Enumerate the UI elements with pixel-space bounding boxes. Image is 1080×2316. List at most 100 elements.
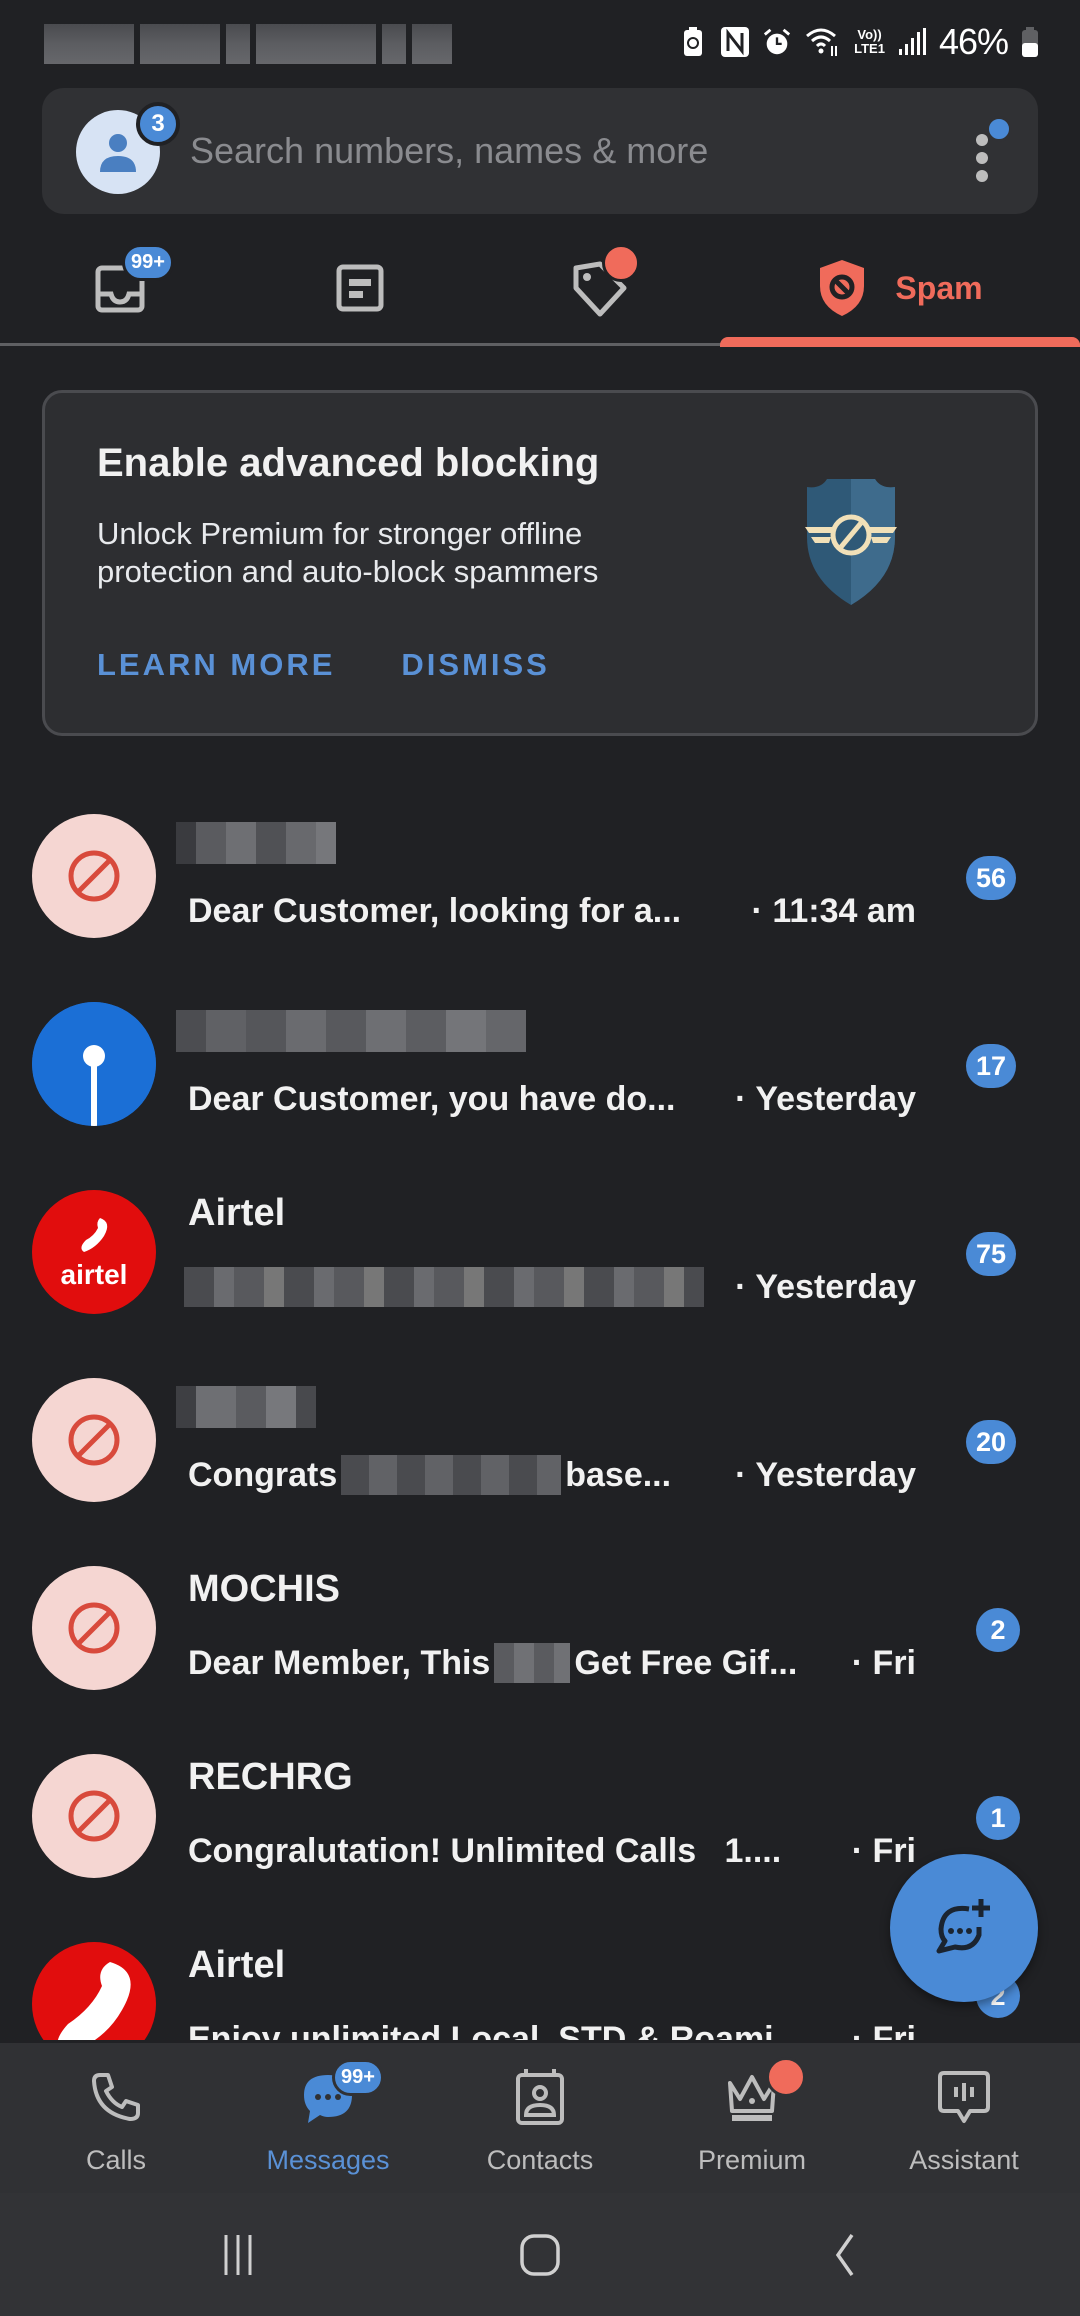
nav-assistant-label: Assistant [909, 2145, 1019, 2175]
search-bar: 3 [42, 88, 1038, 214]
dismiss-button[interactable]: DISMISS [401, 647, 549, 683]
home-icon [520, 2234, 560, 2276]
unread-count-badge: 2 [976, 1608, 1020, 1652]
unread-count-badge: 1 [976, 1796, 1020, 1840]
redacted-text [341, 1455, 562, 1495]
message-preview: Congrats base... [188, 1455, 672, 1495]
notification-dot [986, 116, 1012, 142]
nfc-icon [720, 25, 750, 59]
unread-count-badge: 56 [966, 856, 1017, 900]
sender-name: MOCHIS [188, 1568, 340, 1610]
messages-badge: 99+ [332, 2059, 384, 2096]
person-icon [100, 134, 136, 172]
wifi-icon [804, 25, 842, 59]
spam-shield-icon [820, 260, 865, 316]
sender-name-redacted [176, 1386, 316, 1428]
airtel-logo-icon: airtel [61, 1214, 127, 1291]
signal-icon [897, 25, 927, 59]
inbox-badge: 99+ [122, 244, 174, 281]
nav-premium[interactable]: Premium [644, 2043, 860, 2193]
contacts-icon [508, 2065, 572, 2129]
nav-premium-label: Premium [697, 2145, 806, 2175]
more-vert-icon [976, 134, 988, 146]
message-time: · Fri [851, 2019, 916, 2041]
sender-name: Airtel [188, 1944, 286, 1986]
message-time: · 11:34 am [751, 891, 916, 930]
profile-button[interactable]: 3 [76, 102, 180, 194]
nav-messages-label: Messages [266, 2145, 390, 2175]
block-icon [68, 1602, 120, 1654]
tab-offers[interactable] [540, 230, 660, 346]
offers-notification-dot [602, 244, 640, 282]
sender-name-redacted [176, 1010, 526, 1052]
back-button[interactable] [804, 2223, 884, 2287]
blocked-avatar [32, 1754, 156, 1878]
nav-calls[interactable]: Calls [8, 2043, 224, 2193]
airtel-avatar: airtel [32, 1190, 156, 1314]
status-bar: Vo)) LTE1 46% [0, 0, 1080, 84]
blocked-avatar [32, 814, 156, 938]
status-notifications-redacted [44, 24, 452, 64]
recents-button[interactable] [198, 2223, 278, 2287]
system-navigation-bar [0, 2193, 1080, 2316]
airtel-logo-icon [58, 1962, 131, 2040]
message-preview: Congralutation! Unlimited Calls 1.... [188, 1831, 782, 1870]
message-preview: Dear Member, This Get Free Gif... [188, 1643, 798, 1683]
conversation-row[interactable]: MOCHIS Dear Member, This Get Free Gif...… [0, 1542, 1080, 1730]
premium-promo-card: Enable advanced blocking Unlock Premium … [42, 390, 1038, 736]
promo-body: Unlock Premium for stronger offline prot… [97, 516, 599, 589]
tab-inbox[interactable]: 99+ [60, 230, 180, 346]
unread-count-badge: 75 [966, 1232, 1017, 1276]
conversation-row[interactable]: Dear Customer, looking for a... · 11:34 … [0, 790, 1080, 978]
sender-name: Airtel [188, 1192, 286, 1234]
tab-spam[interactable]: Spam [720, 230, 1080, 346]
phone-icon [84, 2065, 148, 2129]
bottom-navigation: Calls 99+ Messages Contacts Premium Assi… [0, 2043, 1080, 2193]
message-preview: Dear Customer, looking for a... [188, 891, 682, 930]
blocked-avatar [32, 1566, 156, 1690]
block-icon [68, 1790, 120, 1842]
message-time: · Yesterday [735, 1455, 916, 1494]
promo-actions: LEARN MORE DISMISS [97, 647, 550, 683]
blocked-avatar [32, 1378, 156, 1502]
message-time: · Yesterday [735, 1267, 916, 1306]
nav-contacts[interactable]: Contacts [432, 2043, 648, 2193]
promo-title: Enable advanced blocking [97, 441, 600, 485]
conversation-row[interactable]: Congrats base... · Yesterday 20 [0, 1354, 1080, 1542]
unread-count-badge: 17 [966, 1044, 1017, 1088]
search-input[interactable] [190, 122, 890, 180]
block-icon [68, 1414, 120, 1466]
more-menu-button[interactable] [970, 116, 1012, 188]
unread-count-badge: 20 [966, 1420, 1017, 1464]
message-time: · Fri [851, 1831, 916, 1870]
message-time: · Fri [851, 1643, 916, 1682]
status-icons: Vo)) LTE1 46% [678, 18, 1040, 66]
alarm-icon [762, 25, 792, 59]
premium-notification-dot [766, 2057, 806, 2097]
nav-messages[interactable]: 99+ Messages [220, 2043, 436, 2193]
battery-icon [1020, 25, 1040, 59]
new-message-fab[interactable] [890, 1854, 1038, 2002]
sender-name: RECHRG [188, 1756, 353, 1798]
message-time: · Yesterday [735, 1079, 916, 1118]
learn-more-button[interactable]: LEARN MORE [97, 647, 335, 683]
volte-icon: Vo)) LTE1 [854, 27, 885, 56]
nav-contacts-label: Contacts [486, 2145, 594, 2175]
nav-assistant[interactable]: Assistant [856, 2043, 1072, 2193]
assistant-icon [932, 2065, 996, 2129]
back-icon [835, 2233, 854, 2277]
conversation-row[interactable]: airtel Airtel · Yesterday 75 [0, 1166, 1080, 1354]
active-tab-indicator [720, 337, 1080, 347]
conversation-list: Dear Customer, looking for a... · 11:34 … [0, 790, 1080, 2040]
message-preview: Dear Customer, you have do... [188, 1079, 676, 1118]
sbi-avatar [32, 1002, 156, 1126]
tab-promotions[interactable] [300, 230, 420, 346]
block-icon [68, 850, 120, 902]
home-button[interactable] [500, 2223, 580, 2287]
message-category-tabs: 99+ Spam [0, 230, 1080, 347]
conversation-row[interactable]: Dear Customer, you have do... · Yesterda… [0, 978, 1080, 1166]
message-preview-redacted [180, 1264, 708, 1310]
airtel-avatar [32, 1942, 156, 2040]
nav-calls-label: Calls [85, 2145, 146, 2175]
recents-icon [224, 2235, 252, 2275]
